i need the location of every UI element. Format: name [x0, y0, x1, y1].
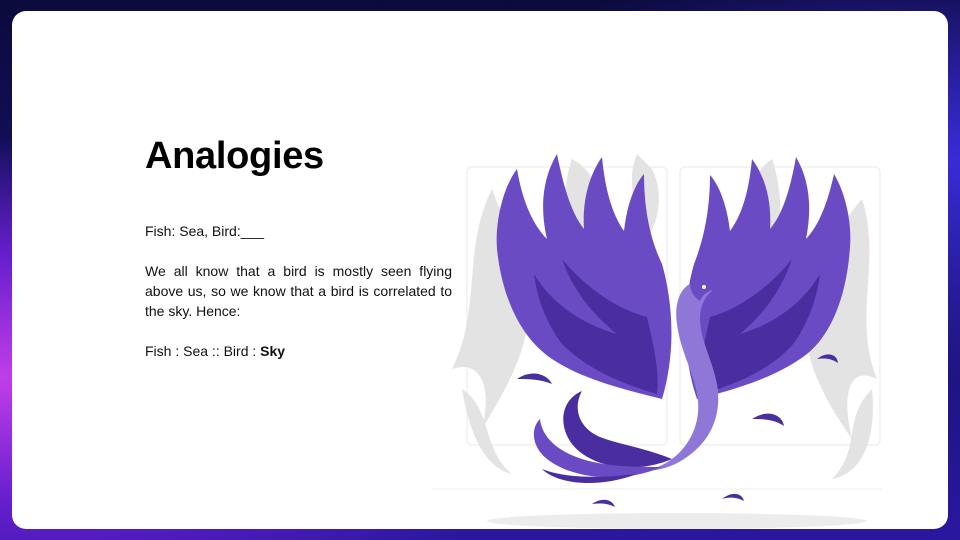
phoenix-tail — [533, 391, 672, 484]
answer-word: Sky — [260, 343, 286, 359]
analogy-explanation: We all know that a bird is mostly seen f… — [145, 263, 452, 319]
analogy-question: Fish: Sea, Bird:___ — [145, 223, 265, 239]
slide-title: Analogies — [145, 135, 324, 177]
phoenix-icon — [432, 154, 882, 529]
analogy-answer-line: Fish : Sea :: Bird : Sky — [145, 341, 452, 361]
answer-prefix: Fish : Sea :: Bird : — [145, 343, 261, 359]
slide-canvas: Analogies Fish: Sea, Bird:___ We all kno… — [12, 11, 948, 529]
slide-body: Fish: Sea, Bird:___ We all know that a b… — [145, 221, 452, 381]
ground-shadow — [487, 513, 867, 529]
